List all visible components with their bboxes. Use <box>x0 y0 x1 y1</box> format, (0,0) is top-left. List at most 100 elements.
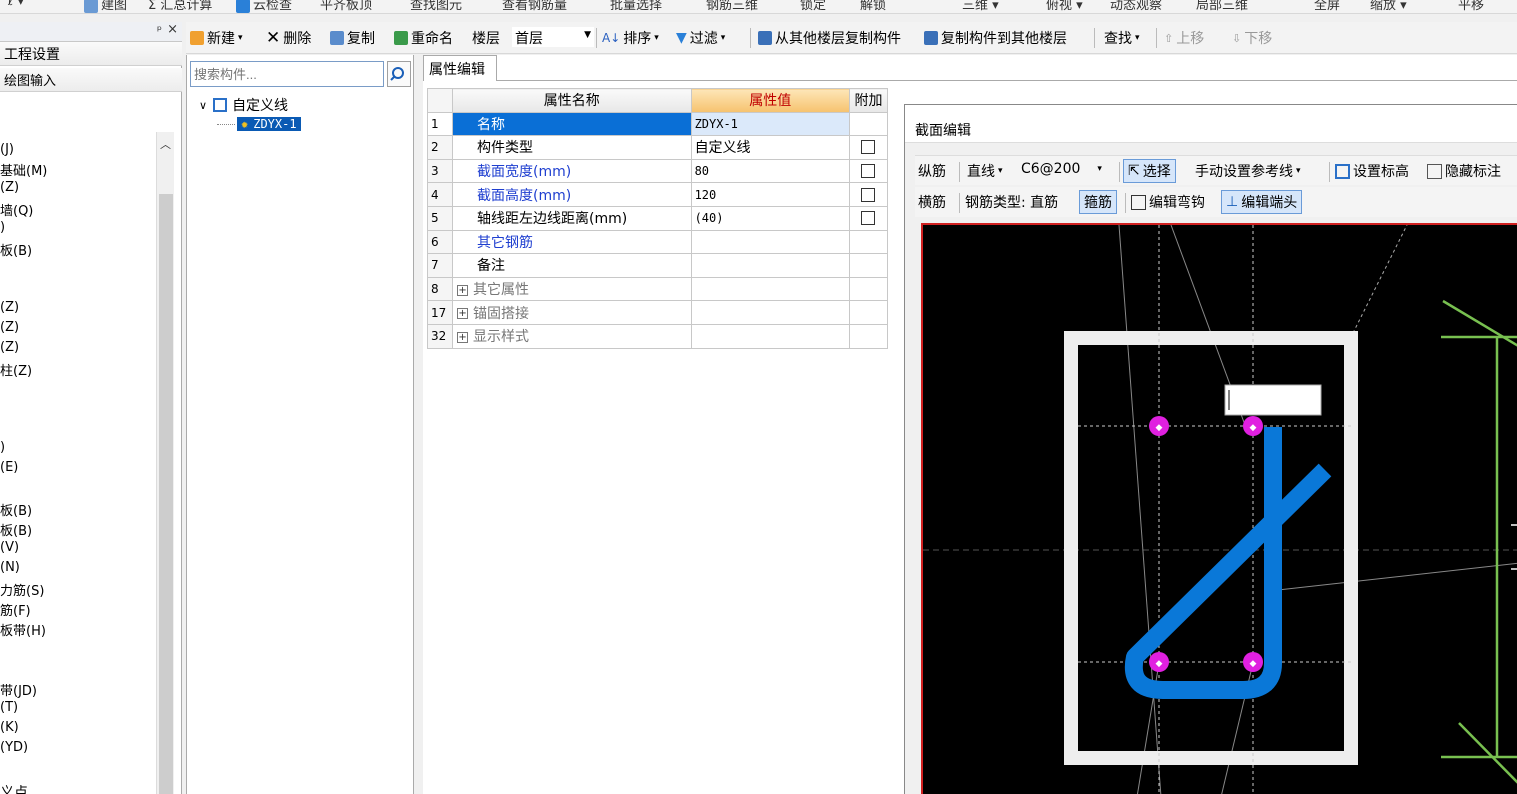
left-list-item[interactable]: 板(B) <box>0 240 32 259</box>
expand-icon[interactable]: + <box>457 331 469 343</box>
table-row[interactable]: 6 其它钢筋 <box>426 229 889 255</box>
left-list-item[interactable]: 带(JD) <box>0 680 37 699</box>
search-button[interactable] <box>387 61 411 87</box>
top-tool-pan[interactable]: 平移 <box>1458 0 1484 13</box>
prop-group[interactable]: + 显示样式 <box>452 323 692 349</box>
table-row[interactable]: 17 + 锚固搭接 <box>426 300 889 325</box>
top-tool-0[interactable]: ℓ ▾ <box>8 0 24 9</box>
table-row[interactable]: 1 名称 ZDYX-1 <box>426 111 889 137</box>
prop-group[interactable]: + 其它属性 <box>452 276 692 302</box>
table-row[interactable]: 32 + 显示样式 <box>426 323 889 349</box>
top-tool-local-3d[interactable]: 局部三维 <box>1196 0 1248 13</box>
copy-to-floor-button[interactable]: 复制构件到其他楼层 <box>924 28 1067 48</box>
top-tool-lock[interactable]: 锁定 <box>800 0 826 13</box>
top-tool-rebar-3d[interactable]: 钢筋三维 <box>706 0 758 13</box>
close-icon[interactable]: × <box>167 22 178 37</box>
prop-name[interactable]: 其它钢筋 <box>452 229 692 255</box>
left-list-item[interactable]: ) <box>0 220 5 235</box>
delete-button[interactable]: ✕ 删除 <box>266 28 311 48</box>
sort-button[interactable]: A↓ 排序 ▾ <box>602 28 659 48</box>
header-prop-value[interactable]: 属性值 <box>690 88 850 113</box>
prop-value[interactable] <box>690 253 850 278</box>
left-list-item[interactable]: 力筋(S) <box>0 580 44 599</box>
left-list-item[interactable]: (K) <box>0 720 19 735</box>
top-tool-batch-select[interactable]: 批量选择 <box>610 0 662 13</box>
top-tool-zoom[interactable]: 缩放 ▾ <box>1370 0 1407 13</box>
search-input[interactable] <box>190 61 384 87</box>
section-canvas[interactable]: ◆ ◆ ◆ ◆ <box>921 223 1517 794</box>
prop-value[interactable]: ZDYX-1 <box>690 111 850 137</box>
left-list-item[interactable]: 义点 <box>0 782 28 794</box>
chevron-down-icon[interactable]: ∨ <box>199 99 207 112</box>
tree-node-root[interactable]: ∨ 自定义线 <box>199 95 288 115</box>
copy-button[interactable]: 复制 <box>330 28 375 48</box>
prop-name[interactable]: 备注 <box>452 253 692 278</box>
line-type-select[interactable]: 直线 ▾ <box>967 161 1003 181</box>
prop-value[interactable]: 120 <box>690 182 850 207</box>
expand-icon[interactable]: + <box>457 308 469 320</box>
prop-name[interactable]: 轴线距左边线距离(mm) <box>452 205 692 231</box>
manual-ref-line-button[interactable]: 手动设置参考线 ▾ <box>1195 161 1301 181</box>
floor-select[interactable]: 首层 ▼ <box>512 27 594 47</box>
table-row[interactable]: 4 截面高度(mm) 120 <box>426 182 889 207</box>
table-row[interactable]: 8 + 其它属性 <box>426 276 889 302</box>
stirrup-rebar[interactable] <box>1124 427 1332 699</box>
left-list-item[interactable]: (V) <box>0 540 19 555</box>
move-up-button[interactable]: ⇧ 上移 <box>1164 28 1204 48</box>
rebar-spec-input[interactable]: C6@200 ▾ <box>1021 161 1102 177</box>
scroll-up-icon[interactable]: ︿ <box>160 136 171 152</box>
prop-value[interactable]: 自定义线 <box>690 135 850 160</box>
top-tool-unlock[interactable]: 解锁 <box>860 0 886 13</box>
left-list-item[interactable]: (Z) <box>0 340 19 355</box>
prop-name[interactable]: 名称 <box>452 111 692 137</box>
nav-project-settings[interactable]: 工程设置 <box>0 42 182 66</box>
left-list-item[interactable]: (Z) <box>0 320 19 335</box>
top-tool-summary[interactable]: Σ 汇总计算 <box>148 0 212 13</box>
top-tool-rebar-qty[interactable]: 查看钢筋量 <box>502 0 567 13</box>
table-row[interactable]: 2 构件类型 自定义线 <box>426 135 889 160</box>
edit-end-button[interactable]: ⊥ 编辑端头 <box>1221 190 1303 214</box>
copy-from-floor-button[interactable]: 从其他楼层复制构件 <box>758 28 901 48</box>
left-list-item[interactable]: 墙(Q) <box>0 200 33 219</box>
filter-button[interactable]: ▼ 过滤 ▾ <box>676 28 725 48</box>
prop-value[interactable]: 80 <box>690 158 850 184</box>
stirrup-button[interactable]: 箍筋 <box>1079 190 1117 214</box>
tab-property-edit[interactable]: 属性编辑 <box>423 55 497 81</box>
edit-hook-button[interactable]: 编辑弯钩 <box>1131 192 1205 212</box>
expand-icon[interactable]: + <box>457 284 469 296</box>
extra-checkbox[interactable] <box>861 164 876 179</box>
scrollbar-thumb[interactable] <box>159 194 173 794</box>
table-row[interactable]: 5 轴线距左边线距离(mm) (40) <box>426 205 889 231</box>
inline-edit-box[interactable] <box>1224 384 1322 416</box>
left-list-item[interactable]: (Z) <box>0 300 19 315</box>
left-list-item[interactable]: (E) <box>0 460 18 475</box>
top-tool-top-view[interactable]: 俯视 ▾ <box>1046 0 1083 13</box>
left-list-item[interactable]: (T) <box>0 700 18 715</box>
left-list-item[interactable]: 柱(Z) <box>0 360 32 379</box>
left-list-item[interactable]: 筋(F) <box>0 600 31 619</box>
left-list-item[interactable]: 板(B) <box>0 500 32 519</box>
left-list-item[interactable]: (Z) <box>0 180 19 195</box>
top-tool-find-element[interactable]: 查找图元 <box>410 0 462 13</box>
rename-button[interactable]: 重命名 <box>394 28 453 48</box>
top-tool-orbit[interactable]: 动态观察 <box>1110 0 1162 13</box>
left-list-item[interactable]: ) <box>0 440 5 455</box>
extra-checkbox[interactable] <box>861 140 876 155</box>
top-tool-cloud-check[interactable]: 云检查 <box>236 0 292 13</box>
header-extra[interactable]: 附加 <box>848 88 889 113</box>
header-prop-name[interactable]: 属性名称 <box>452 88 692 113</box>
move-down-button[interactable]: ⇩ 下移 <box>1232 28 1272 48</box>
pin-icon[interactable]: ᵖ <box>157 23 162 37</box>
prop-name[interactable]: 截面高度(mm) <box>452 182 692 207</box>
nav-drawing-input[interactable]: 绘图输入 <box>0 68 182 92</box>
find-button[interactable]: 查找 ▾ <box>1104 28 1140 48</box>
table-row[interactable]: 3 截面宽度(mm) 80 <box>426 158 889 184</box>
left-list-item[interactable]: 板(B) <box>0 520 32 539</box>
top-tool-build[interactable]: 建图 <box>84 0 127 13</box>
left-list-item[interactable]: (J) <box>0 142 14 157</box>
top-tool-fullscreen[interactable]: 全屏 <box>1314 0 1340 13</box>
left-list-item[interactable]: (YD) <box>0 740 28 755</box>
select-button[interactable]: ⇱ 选择 <box>1123 159 1176 183</box>
prop-name[interactable]: 构件类型 <box>452 135 692 160</box>
prop-value[interactable]: (40) <box>690 205 850 231</box>
